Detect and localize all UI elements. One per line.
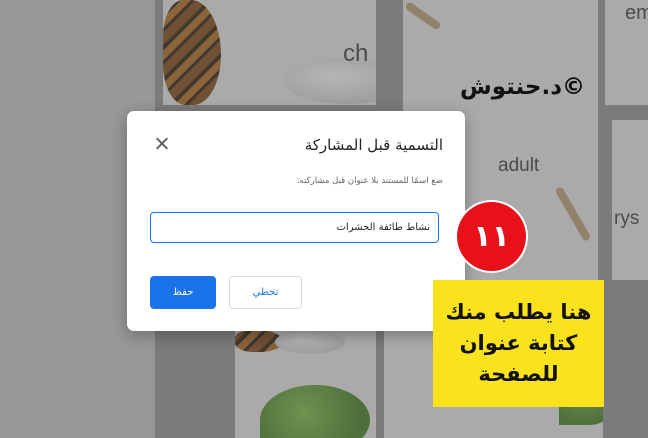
instruction-note: هنا يطلب منك كتابة عنوان للصفحة xyxy=(433,280,604,407)
name-before-share-dialog: التسمية قبل المشاركة ضع اسمًا للمستند بل… xyxy=(127,111,465,331)
dialog-title: التسمية قبل المشاركة xyxy=(304,136,443,154)
watermark: ©د.حنتوش xyxy=(460,74,586,100)
close-icon[interactable] xyxy=(153,135,171,153)
save-button[interactable]: حفظ xyxy=(150,276,216,309)
instruction-note-text: هنا يطلب منك كتابة عنوان للصفحة xyxy=(445,300,592,386)
step-number-badge: ١١ xyxy=(457,202,526,271)
document-name-input[interactable] xyxy=(150,212,439,243)
dialog-description: ضع اسمًا للمستند بلا عنوان قبل مشاركته: xyxy=(296,176,443,186)
skip-button[interactable]: تخطي xyxy=(229,276,302,309)
